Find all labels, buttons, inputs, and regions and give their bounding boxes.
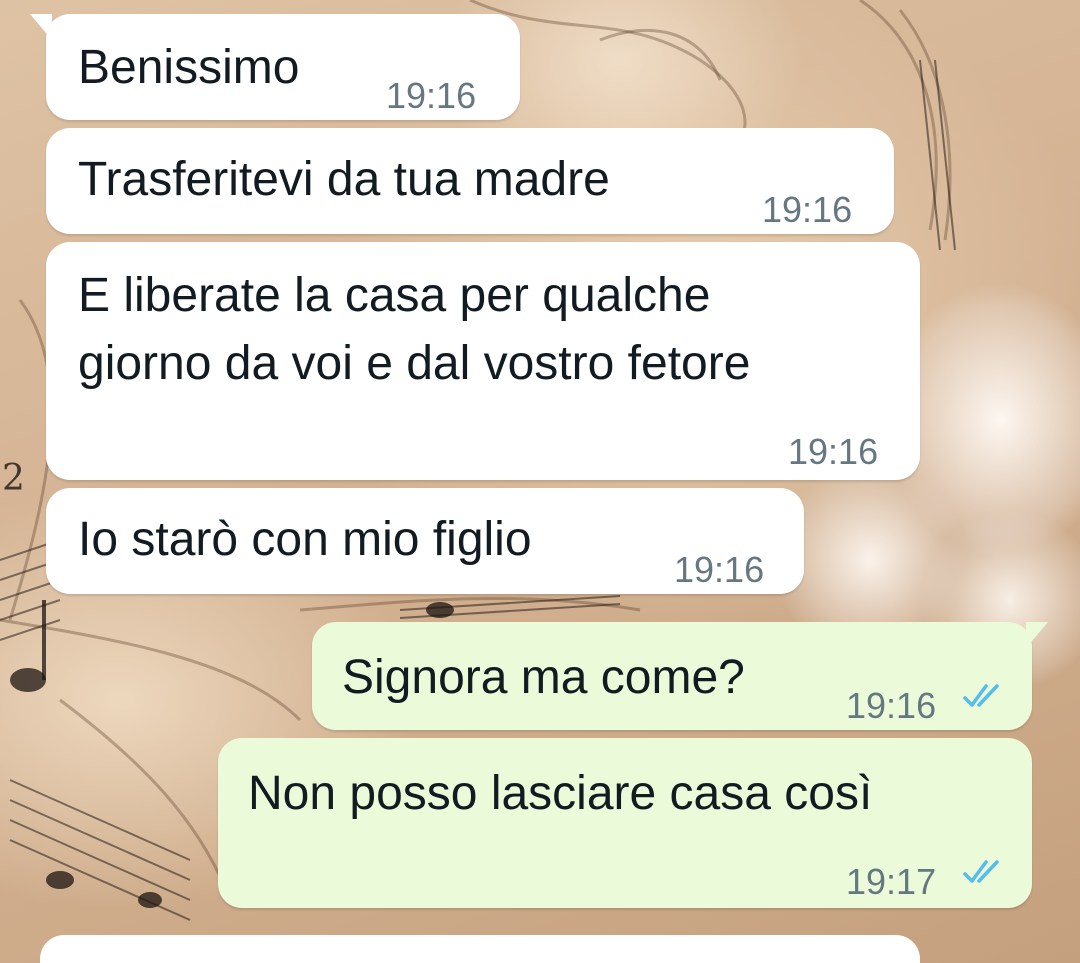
incoming-message-bubble[interactable]: Io starò con mio figlio 19:16 [46, 488, 804, 594]
message-list[interactable]: Benissimo 19:16 Trasferitevi da tua madr… [0, 0, 1080, 963]
bubble-tail [1026, 622, 1048, 648]
message-timestamp: 19:16 [762, 189, 853, 230]
message-timestamp: 19:16 [788, 431, 879, 472]
incoming-message-bubble[interactable]: Trasferitevi da tua madre 19:16 [46, 128, 894, 234]
message-timestamp: 19:17 [846, 861, 937, 902]
incoming-message-bubble[interactable]: E liberate la casa per qualche giorno da… [46, 242, 920, 480]
message-timestamp: 19:16 [386, 75, 477, 116]
message-text: Benissimo [78, 41, 300, 94]
message-text-line-2: giorno da voi e dal vostro fetore [78, 337, 751, 390]
outgoing-message-bubble[interactable]: Signora ma come? 19:16 [312, 622, 1048, 730]
message-timestamp: 19:16 [846, 685, 937, 726]
double-check-read-icon [963, 684, 999, 707]
message-text: Non posso lasciare casa così [248, 767, 873, 820]
message-timestamp: 19:16 [674, 549, 765, 590]
message-text: Trasferitevi da tua madre [78, 153, 610, 206]
message-text-line-1: E liberate la casa per qualche [78, 269, 711, 322]
message-text: Io starò con mio figlio [78, 513, 532, 566]
bubble-tail [30, 14, 52, 40]
double-check-read-icon [963, 860, 999, 883]
incoming-message-bubble[interactable]: Benissimo 19:16 [30, 14, 520, 120]
message-text: Signora ma come? [342, 651, 745, 704]
outgoing-message-bubble[interactable]: Non posso lasciare casa così 19:17 [218, 738, 1032, 908]
